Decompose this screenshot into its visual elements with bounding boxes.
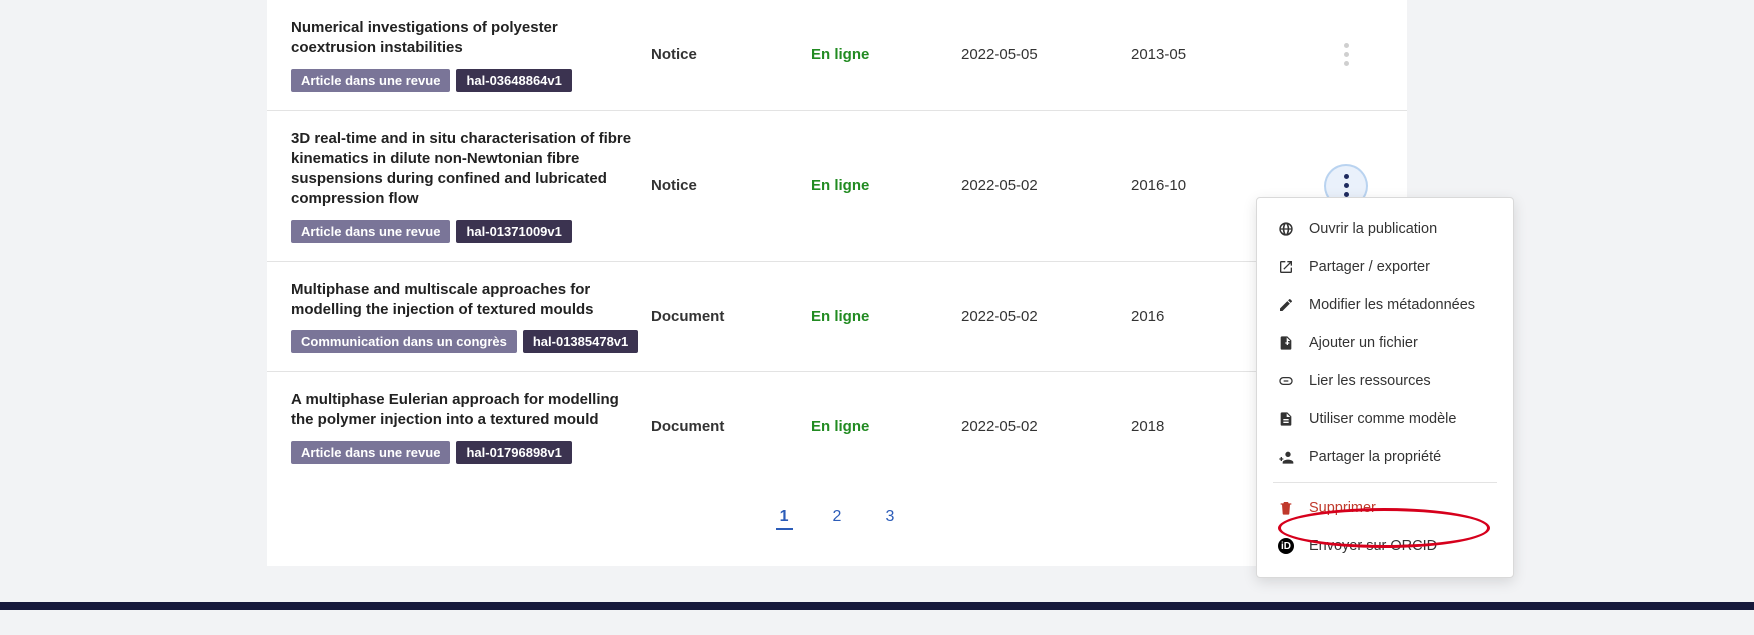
type-badge: Article dans une revue	[291, 69, 450, 92]
menu-edit-metadata[interactable]: Modifier les métadonnées	[1257, 286, 1513, 324]
row-title[interactable]: Numerical investigations of polyester co…	[291, 18, 641, 59]
row-actions-button[interactable]	[1326, 35, 1366, 75]
table-row: A multiphase Eulerian approach for model…	[267, 371, 1407, 482]
row-title[interactable]: Multiphase and multiscale approaches for…	[291, 280, 641, 321]
row-badges: Article dans une revue hal-03648864v1	[291, 69, 641, 92]
id-badge[interactable]: hal-01796898v1	[456, 441, 571, 464]
type-badge: Article dans une revue	[291, 441, 450, 464]
table-row: 3D real-time and in situ characterisatio…	[267, 110, 1407, 261]
menu-label: Modifier les métadonnées	[1309, 297, 1475, 313]
footer-strip	[0, 602, 1754, 610]
row-date-deposit: 2022-05-02	[961, 418, 1131, 435]
type-badge: Communication dans un congrès	[291, 330, 517, 353]
row-badges: Article dans une revue hal-01796898v1	[291, 441, 641, 464]
row-kind: Notice	[651, 46, 811, 63]
row-kind: Document	[651, 418, 811, 435]
menu-send-orcid[interactable]: iD Envoyer sur ORCID	[1257, 527, 1513, 565]
menu-open-publication[interactable]: Ouvrir la publication	[1257, 210, 1513, 248]
share-icon	[1277, 258, 1295, 276]
row-kind: Notice	[651, 177, 811, 194]
row-date-pub: 2013-05	[1131, 46, 1301, 63]
publications-table: Numerical investigations of polyester co…	[267, 0, 1407, 482]
pencil-icon	[1277, 296, 1295, 314]
orcid-icon: iD	[1277, 537, 1295, 555]
menu-label: Ajouter un fichier	[1309, 335, 1418, 351]
menu-add-file[interactable]: Ajouter un fichier	[1257, 324, 1513, 362]
pagination: 1 2 3	[267, 482, 1407, 566]
row-badges: Communication dans un congrès hal-013854…	[291, 330, 641, 353]
row-date-deposit: 2022-05-02	[961, 177, 1131, 194]
row-status: En ligne	[811, 46, 961, 63]
globe-icon	[1277, 220, 1295, 238]
file-plus-icon	[1277, 334, 1295, 352]
row-title[interactable]: 3D real-time and in situ characterisatio…	[291, 129, 641, 210]
user-plus-icon	[1277, 448, 1295, 466]
menu-divider	[1273, 482, 1497, 483]
id-badge[interactable]: hal-01385478v1	[523, 330, 638, 353]
menu-delete[interactable]: Supprimer	[1257, 489, 1513, 527]
menu-label: Partager la propriété	[1309, 449, 1441, 465]
row-date-deposit: 2022-05-02	[961, 308, 1131, 325]
link-icon	[1277, 372, 1295, 390]
menu-label: Partager / exporter	[1309, 259, 1430, 275]
page-link[interactable]: 2	[829, 506, 846, 530]
page-link[interactable]: 1	[776, 506, 793, 530]
table-row: Numerical investigations of polyester co…	[267, 0, 1407, 110]
id-badge[interactable]: hal-01371009v1	[456, 220, 571, 243]
menu-label: Supprimer	[1309, 500, 1376, 516]
row-kind: Document	[651, 308, 811, 325]
menu-label: Ouvrir la publication	[1309, 221, 1437, 237]
menu-link-resources[interactable]: Lier les ressources	[1257, 362, 1513, 400]
row-title[interactable]: A multiphase Eulerian approach for model…	[291, 390, 641, 431]
trash-icon	[1277, 499, 1295, 517]
table-row: Multiphase and multiscale approaches for…	[267, 261, 1407, 372]
row-badges: Article dans une revue hal-01371009v1	[291, 220, 641, 243]
menu-label: Lier les ressources	[1309, 373, 1431, 389]
page-link[interactable]: 3	[881, 506, 898, 530]
row-status: En ligne	[811, 308, 961, 325]
menu-share-ownership[interactable]: Partager la propriété	[1257, 438, 1513, 476]
menu-label: Envoyer sur ORCID	[1309, 538, 1437, 554]
row-date-pub: 2016-10	[1131, 177, 1301, 194]
template-icon	[1277, 410, 1295, 428]
id-badge[interactable]: hal-03648864v1	[456, 69, 571, 92]
row-actions-menu: Ouvrir la publication Partager / exporte…	[1256, 197, 1514, 578]
menu-label: Utiliser comme modèle	[1309, 411, 1456, 427]
row-status: En ligne	[811, 418, 961, 435]
row-date-deposit: 2022-05-05	[961, 46, 1131, 63]
menu-use-template[interactable]: Utiliser comme modèle	[1257, 400, 1513, 438]
menu-share-export[interactable]: Partager / exporter	[1257, 248, 1513, 286]
row-status: En ligne	[811, 177, 961, 194]
type-badge: Article dans une revue	[291, 220, 450, 243]
